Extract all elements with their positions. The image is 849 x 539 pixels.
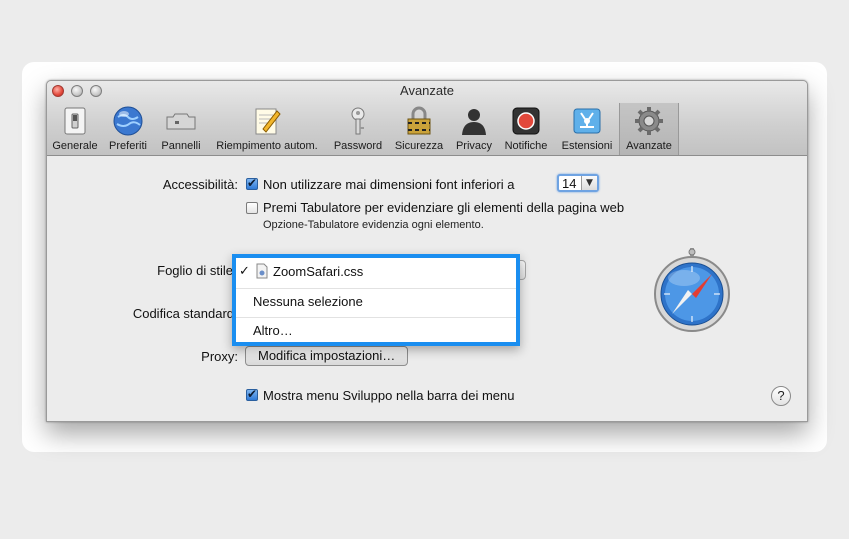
window-title: Avanzate [400,83,454,98]
switch-icon [64,107,86,135]
notification-icon [512,107,540,135]
menu-item-zoomsafari[interactable]: ✓ ZoomSafari.css [236,260,516,288]
tab-label: Notifiche [504,140,548,152]
tab-notifiche[interactable]: Notifiche [499,103,553,155]
accessibility-label: Accessibilità: [162,177,238,192]
menu-item-altro[interactable]: Altro… [236,319,516,347]
tab-generale[interactable]: Generale [49,103,101,155]
tab-pannelli[interactable]: Pannelli [157,103,205,155]
padlock-icon [407,106,431,135]
tab-password[interactable]: Password [331,103,385,155]
tab-avanzate[interactable]: Avanzate [619,103,679,155]
tab-label: Generale [52,140,98,152]
key-icon [351,107,365,135]
gear-icon [635,107,663,135]
min-font-size-select[interactable]: 14 ▼ [557,174,599,192]
menu-item-label: Altro… [253,323,293,338]
stylesheet-label: Foglio di stile [157,263,233,278]
tab-label: Estensioni [561,140,613,152]
tab-label: Privacy [455,140,493,152]
develop-menu-checkbox[interactable] [246,387,258,401]
puzzle-icon [573,108,601,134]
tab-highlight-label: Premi Tabulatore per evidenziare gli ele… [263,200,625,215]
toolbar: Avanzate Generale Preferiti Pannelli Rie… [47,81,807,156]
menu-item-label: ZoomSafari.css [273,264,364,279]
menu-separator [236,288,516,289]
tab-sicurezza[interactable]: Sicurezza [391,103,447,155]
tab-label: Riempimento autom. [216,140,318,152]
globe-icon [113,106,143,136]
tab-riempimento[interactable]: Riempimento autom. [209,103,325,155]
tab-highlight-checkbox[interactable] [246,202,258,214]
menu-separator [236,317,516,318]
tab-label: Avanzate [626,140,672,152]
tab-privacy[interactable]: Privacy [451,103,497,155]
chevron-down-icon: ▼ [581,176,597,190]
tab-label: Password [333,140,383,152]
min-font-label: Non utilizzare mai dimensioni font infer… [263,177,515,192]
min-font-checkbox[interactable] [246,176,258,190]
checkmark-icon: ✓ [239,264,250,279]
tabs-icon [166,113,196,130]
stylesheet-menu: ✓ ZoomSafari.css Nessuna selezione Altro… [232,254,520,346]
tab-label: Pannelli [161,140,201,152]
min-font-size-value: 14 [562,176,577,191]
safari-compass-icon [654,248,730,332]
develop-menu-label: Mostra menu Sviluppo nella barra dei men… [263,388,515,403]
tab-estensioni[interactable]: Estensioni [557,103,617,155]
menu-item-label: Nessuna selezione [253,294,363,309]
menu-item-nessuna[interactable]: Nessuna selezione [236,290,516,318]
proxy-settings-button[interactable]: Modifica impostazioni… [245,346,409,366]
encoding-label: Codifica standard [132,306,234,321]
tab-label: Preferiti [109,140,147,152]
pencil-paper-icon [255,108,281,135]
proxy-label: Proxy: [201,349,238,364]
tab-highlight-hint: Opzione-Tabulatore evidenzia ogni elemen… [263,219,484,231]
tab-label: Sicurezza [394,140,444,152]
help-button[interactable]: ? [771,386,791,406]
silhouette-icon [462,109,486,135]
tab-preferiti[interactable]: Preferiti [103,103,153,155]
file-icon [256,263,268,279]
